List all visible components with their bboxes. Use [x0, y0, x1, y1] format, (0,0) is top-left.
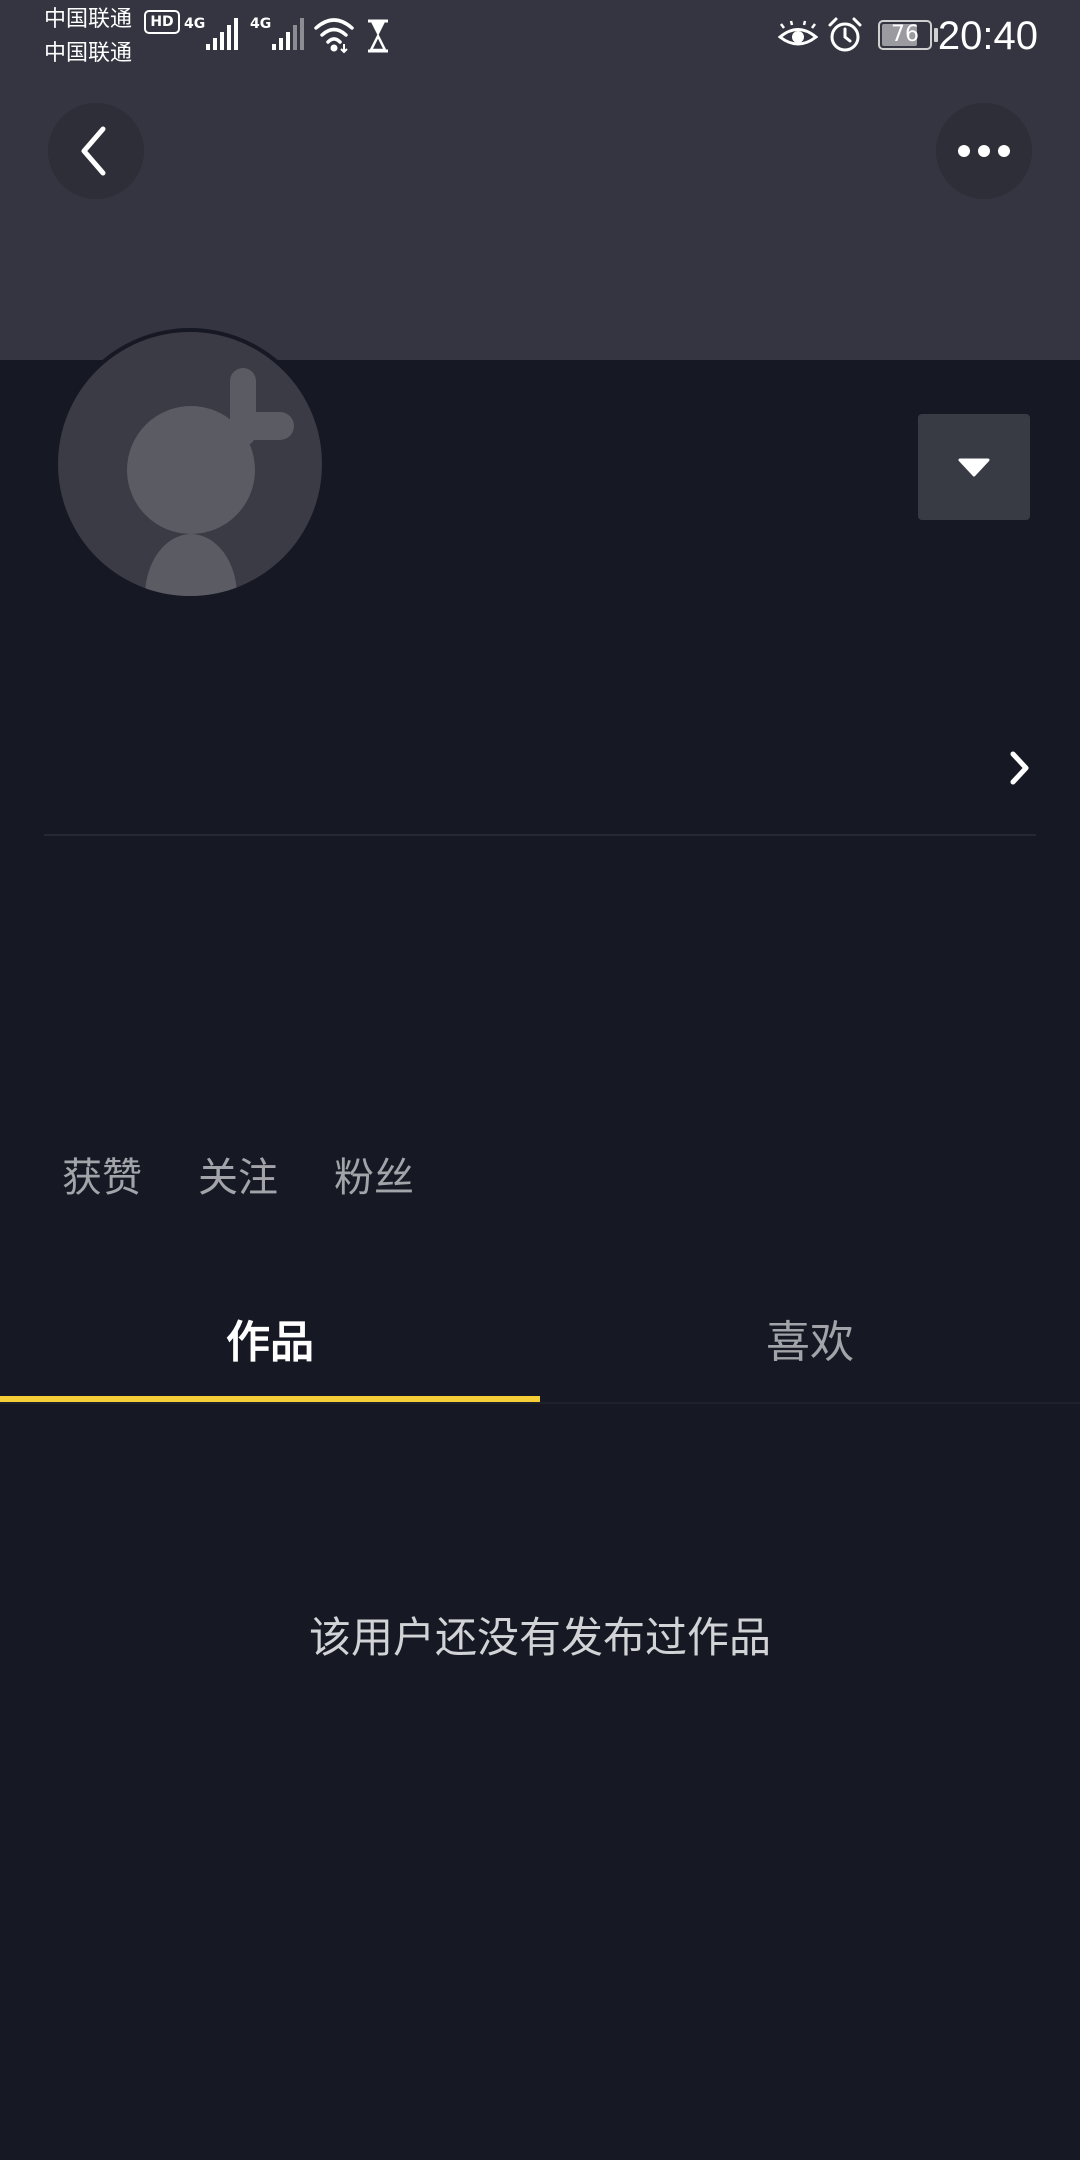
empty-state-message: 该用户还没有发布过作品 — [308, 1613, 771, 1662]
status-time: 20:40 — [937, 14, 1038, 58]
more-options-button[interactable] — [936, 103, 1032, 199]
tabs-divider — [0, 1402, 1080, 1404]
hd-badge: HD — [144, 10, 180, 34]
content-tabs: 作品 喜欢 — [0, 1300, 1080, 1404]
eye-icon — [778, 20, 818, 46]
hourglass-icon — [368, 19, 388, 53]
signal-icon — [206, 18, 238, 50]
status-bar: 中国联通 中国联通 HD 4G 4G 76 20:40 — [0, 0, 1080, 72]
chevron-right-icon[interactable] — [1004, 748, 1034, 788]
carrier-name-2: 中国联通 — [44, 41, 133, 66]
network-type-1: 4G — [184, 16, 206, 32]
profile-divider — [44, 834, 1036, 836]
network-type-2: 4G — [250, 16, 272, 32]
carrier-name-1: 中国联通 — [44, 7, 133, 32]
tab-likes[interactable]: 喜欢 — [540, 1300, 1080, 1400]
signal-icon — [272, 18, 304, 50]
alarm-icon — [828, 17, 862, 52]
avatar-image — [58, 332, 322, 596]
followers-stat[interactable]: 粉丝 — [334, 1150, 414, 1206]
chevron-left-icon — [81, 126, 106, 176]
profile-page: 中国联通 中国联通 HD 4G 4G 76 20:40 获赞 关注 粉丝 作品 … — [0, 0, 1080, 2160]
more-horizontal-icon — [958, 145, 1010, 157]
wifi-icon — [314, 18, 354, 54]
triangle-down-icon — [958, 458, 990, 477]
avatar[interactable] — [54, 328, 326, 600]
following-stat[interactable]: 关注 — [198, 1150, 278, 1206]
recommend-dropdown-button[interactable] — [918, 414, 1030, 520]
likes-stat: 获赞 — [62, 1155, 142, 1201]
tab-works[interactable]: 作品 — [0, 1300, 540, 1400]
back-button[interactable] — [48, 103, 144, 199]
battery-level-text: 76 — [891, 22, 919, 47]
default-avatar-icon — [127, 368, 294, 596]
